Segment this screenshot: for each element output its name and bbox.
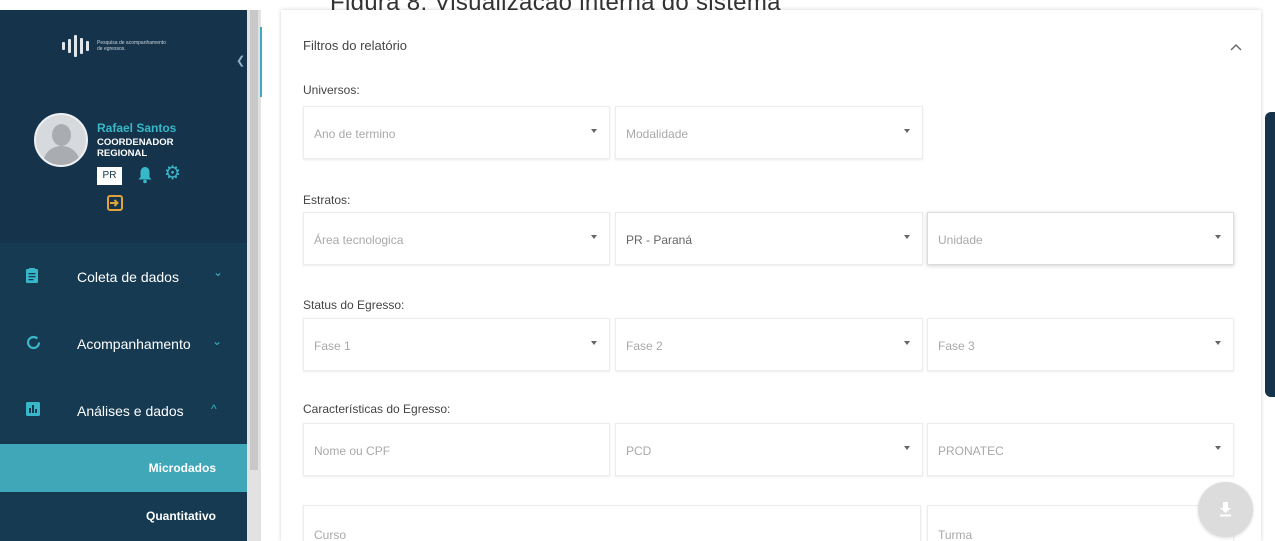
dropdown-caret-icon [1215, 341, 1221, 345]
dropdown-caret-icon [1215, 446, 1221, 450]
gear-icon[interactable]: ⚙ [164, 164, 181, 183]
sidebar: Pesquisa de acompanhamento de egressos. … [0, 10, 247, 541]
nome-cpf-input[interactable]: Nome ou CPF [303, 423, 610, 476]
user-name: Rafael Santos [97, 121, 177, 135]
nav-item-acompanhamento[interactable]: Acompanhamento ⌄ [0, 310, 247, 377]
chevron-down-icon: ⌄ [213, 265, 224, 279]
fase1-select[interactable]: Fase 1 [303, 318, 610, 371]
estado-select[interactable]: PR - Paraná [615, 212, 923, 265]
modalidade-select[interactable]: Modalidade [615, 106, 923, 159]
logo-text: Pesquisa de acompanhamento de egressos. [97, 40, 166, 52]
sidebar-profile-area: Pesquisa de acompanhamento de egressos. … [0, 10, 247, 243]
sidebar-item-quantitativo[interactable]: Quantitativo [0, 492, 247, 540]
ano-termino-select[interactable]: Ano de termino [303, 106, 610, 159]
avatar [34, 113, 88, 167]
dropdown-caret-icon [591, 129, 597, 133]
sidebar-item-label: Microdados [148, 461, 216, 475]
section-label-estratos: Estratos: [303, 193, 351, 207]
fase2-select[interactable]: Fase 2 [615, 318, 923, 371]
unidade-select[interactable]: Unidade [927, 212, 1234, 265]
nav-item-coleta-de-dados[interactable]: Coleta de dados ⌄ [0, 243, 247, 310]
card-title: Filtros do relatório [303, 38, 408, 53]
dropdown-caret-icon [904, 235, 910, 239]
active-section-indicator [260, 27, 262, 97]
area-tecnologica-select[interactable]: Área tecnologica [303, 212, 610, 265]
pcd-select[interactable]: PCD [615, 423, 923, 476]
chevron-down-icon: ⌄ [212, 334, 223, 348]
pronatec-select[interactable]: PRONATEC [927, 423, 1234, 476]
dropdown-caret-icon [591, 235, 597, 239]
dropdown-caret-icon [591, 341, 597, 345]
section-label-universos: Universos: [303, 83, 360, 97]
logout-icon[interactable] [107, 195, 123, 216]
dropdown-caret-icon [904, 341, 910, 345]
curso-input[interactable]: Curso [303, 505, 921, 541]
nav-item-label: Coleta de dados [77, 268, 179, 285]
download-icon [1220, 502, 1231, 517]
sidebar-item-label: Quantitativo [145, 509, 216, 523]
nav-item-label: Acompanhamento [77, 335, 191, 352]
sidebar-item-microdados[interactable]: Microdados [0, 444, 247, 492]
circle-progress-icon [26, 335, 41, 353]
bar-chart-icon [26, 402, 40, 419]
fase3-select[interactable]: Fase 3 [927, 318, 1234, 371]
turma-input[interactable]: Turma [927, 505, 1234, 541]
chevron-up-icon[interactable] [1230, 38, 1242, 51]
dropdown-caret-icon [1215, 235, 1221, 239]
user-role: COORDENADOR REGIONAL [97, 137, 174, 159]
clipboard-icon [26, 267, 38, 286]
download-button[interactable] [1198, 482, 1253, 537]
nav-item-label: Análises e dados [77, 402, 184, 419]
bell-icon[interactable] [138, 166, 152, 189]
page-scrollbar-thumb[interactable] [1265, 112, 1275, 397]
section-label-caracteristicas: Características do Egresso: [303, 402, 451, 416]
collapse-sidebar-icon[interactable]: ❮ [236, 54, 245, 67]
dropdown-caret-icon [904, 129, 910, 133]
nav-item-analises-e-dados[interactable]: Análises e dados ^ [0, 377, 247, 444]
section-label-status: Status do Egresso: [303, 298, 405, 312]
sidebar-scrollbar-thumb[interactable] [250, 10, 258, 470]
app-logo: Pesquisa de acompanhamento de egressos. [62, 35, 167, 57]
chevron-up-icon: ^ [211, 402, 217, 416]
logo-mark [62, 35, 89, 57]
state-badge: PR [97, 167, 122, 185]
dropdown-caret-icon [904, 446, 910, 450]
